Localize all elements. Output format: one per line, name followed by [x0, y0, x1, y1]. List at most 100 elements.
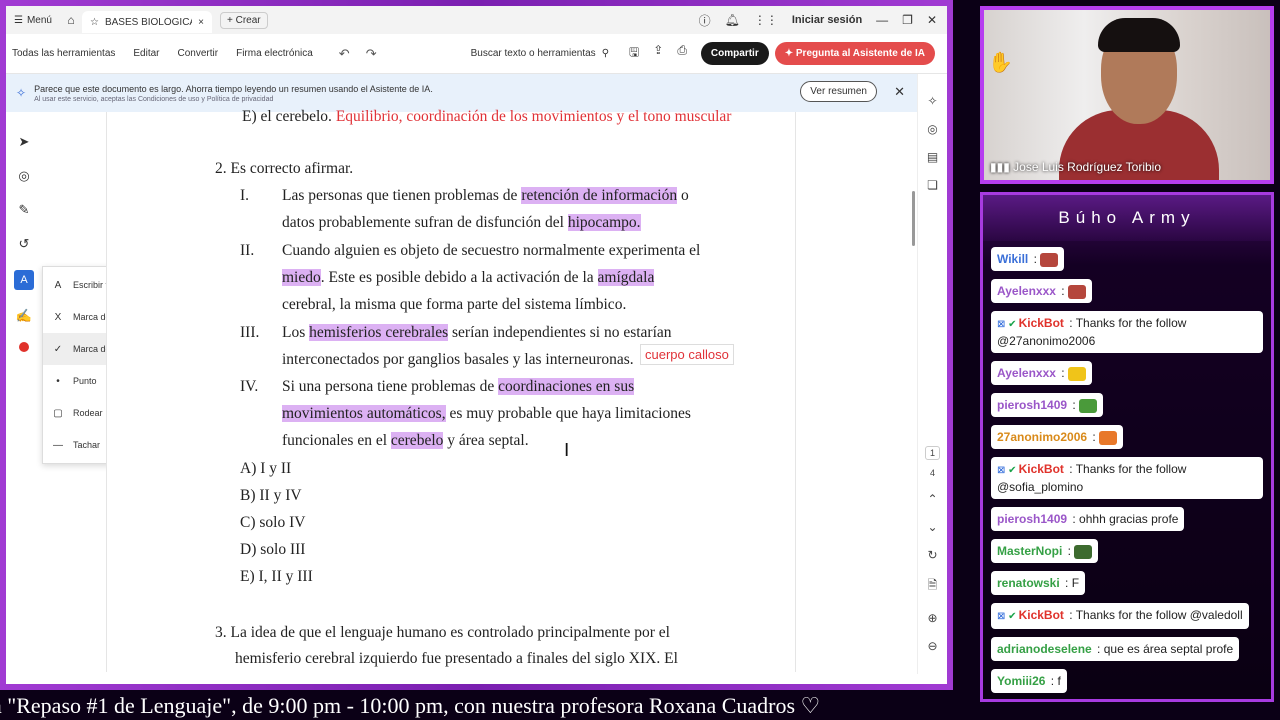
- pages-icon[interactable]: ❏: [927, 178, 938, 192]
- refresh-icon[interactable]: ↻: [927, 548, 937, 562]
- maximize-icon[interactable]: ❐: [902, 13, 913, 27]
- text-run: E) el cerebelo.: [242, 108, 332, 125]
- chat-message-row: ⊠ ✔ KickBot : Thanks for the follow @val…: [991, 603, 1265, 637]
- chat-username[interactable]: MasterNopi: [997, 544, 1062, 558]
- sign-icon[interactable]: ✍: [16, 308, 32, 324]
- highlight[interactable]: amígdala: [597, 269, 655, 286]
- screen-share-frame: ☰ Menú ⌂ ☆ BASES BIOLÓGICAS... × + Crear…: [0, 0, 953, 690]
- pen-icon[interactable]: ✎: [19, 202, 30, 218]
- highlight[interactable]: movimientos automáticos,: [282, 405, 446, 422]
- chat-username[interactable]: Yomiii26: [997, 674, 1045, 688]
- ai-summary-banner: ✧ Parece que este documento es largo. Ah…: [6, 74, 917, 112]
- document-scrollbar[interactable]: [912, 191, 915, 246]
- chat-message-row: Ayelenxxx :: [991, 279, 1265, 311]
- view-summary-button[interactable]: Ver resumen: [800, 81, 877, 102]
- document-tab[interactable]: ☆ BASES BIOLÓGICAS... ×: [81, 11, 212, 33]
- chat-text: :: [1089, 430, 1100, 444]
- chat-username[interactable]: KickBot: [1019, 462, 1064, 476]
- chat-text: :: [1030, 252, 1041, 266]
- comment-icon[interactable]: ◎: [18, 168, 29, 184]
- text-annotation[interactable]: cuerpo calloso: [640, 344, 734, 365]
- zoom-out-icon[interactable]: ⊖: [927, 639, 937, 653]
- highlight[interactable]: retención de información: [521, 187, 678, 204]
- text-run: serían independientes si no estarían: [452, 324, 672, 341]
- chat-username[interactable]: adrianodeselene: [997, 642, 1092, 656]
- emote-icon: [1040, 252, 1059, 267]
- text-run: . Este es posible debido a la activación…: [320, 269, 594, 286]
- select-pointer-icon[interactable]: ➤: [19, 134, 30, 150]
- apps-grid-icon[interactable]: ⋮⋮: [754, 13, 778, 27]
- close-banner-icon[interactable]: ✕: [894, 84, 905, 100]
- tab-title: BASES BIOLÓGICAS...: [104, 16, 192, 28]
- home-icon[interactable]: ⌂: [60, 13, 82, 27]
- chevron-down-icon[interactable]: ⌄: [927, 520, 937, 534]
- chat-username[interactable]: pierosh1409: [997, 512, 1067, 526]
- text-run: o: [680, 187, 689, 204]
- ai-chat-icon[interactable]: ✧: [927, 94, 937, 108]
- chat-username[interactable]: pierosh1409: [997, 398, 1067, 412]
- menu-button[interactable]: ☰ Menú: [6, 15, 60, 26]
- chat-username[interactable]: Ayelenxxx: [997, 284, 1056, 298]
- highlight[interactable]: hipocampo.: [567, 214, 641, 231]
- cross-icon: X: [54, 311, 62, 323]
- chat-username[interactable]: 27anonimo2006: [997, 430, 1087, 444]
- text-run: Las personas que tienen problemas de: [282, 187, 518, 204]
- bell-icon[interactable]: 🔔︎: [725, 13, 740, 27]
- zoom-in-icon[interactable]: ⊕: [927, 611, 937, 625]
- item-iii-line2: interconectados por ganglios basales y l…: [282, 351, 634, 368]
- bookmark-icon[interactable]: ▤: [927, 150, 938, 164]
- undo-icon[interactable]: ↶: [339, 46, 350, 62]
- chat-message-row: Yomiii26 : f: [991, 669, 1265, 701]
- redo-icon[interactable]: ↷: [366, 46, 377, 62]
- close-tab-icon[interactable]: ×: [198, 17, 204, 28]
- item-i-line2: datos probablemente sufran de disfunción…: [282, 214, 641, 232]
- highlight[interactable]: hemisferios cerebrales: [309, 324, 449, 341]
- chat-message: 27anonimo2006 :: [991, 425, 1124, 449]
- close-window-icon[interactable]: ✕: [927, 13, 937, 27]
- page-icon[interactable]: 🗎︎: [928, 576, 938, 597]
- signin-button[interactable]: Iniciar sesión: [792, 14, 862, 26]
- new-tab-button[interactable]: + Crear: [219, 11, 268, 29]
- minimize-icon[interactable]: —: [876, 13, 888, 27]
- chat-username[interactable]: Ayelenxxx: [997, 366, 1056, 380]
- menu-esign[interactable]: Firma electrónica: [236, 48, 313, 59]
- person-hair: [1098, 18, 1180, 52]
- chevron-up-icon[interactable]: ⌃: [927, 492, 937, 506]
- upload-icon[interactable]: ⇪: [653, 43, 663, 64]
- lasso-icon[interactable]: ↺: [19, 236, 30, 252]
- current-page[interactable]: 1: [924, 446, 940, 460]
- chat-username[interactable]: KickBot: [1019, 608, 1064, 622]
- share-button[interactable]: Compartir: [700, 42, 769, 65]
- banner-fineprint: Al usar este servicio, aceptas las Condi…: [34, 95, 274, 103]
- chat-message: adrianodeselene : que es área septal pro…: [991, 637, 1240, 661]
- highlight[interactable]: miedo: [282, 269, 321, 286]
- webcam-panel: ✋ ▮▮▮ Jose Luis Rodríguez Toribio: [980, 6, 1274, 184]
- ai-assistant-button[interactable]: ✦ Pregunta al Asistente de IA: [774, 42, 935, 65]
- check-icon: ✓: [53, 343, 63, 355]
- red-annotation: Equilibrio, coordinación de los movimien…: [335, 108, 732, 125]
- new-tab-label: Crear: [235, 14, 261, 26]
- total-pages: 4: [929, 468, 935, 478]
- bot-badge-icon: ⊠ ✔: [997, 611, 1017, 622]
- highlight[interactable]: coordinaciones en sus: [498, 378, 635, 395]
- save-icon[interactable]: 🖫︎: [629, 43, 639, 64]
- item-iv-line2: movimientos automáticos, es muy probable…: [282, 405, 691, 423]
- highlight[interactable]: cerebelo: [390, 432, 444, 449]
- menu-convert[interactable]: Convertir: [178, 48, 219, 59]
- chat-username[interactable]: Wikill: [997, 252, 1028, 266]
- chat-text: : f: [1047, 674, 1061, 688]
- help-icon[interactable]: ⓘ: [699, 12, 711, 29]
- chat-username[interactable]: renatowski: [997, 576, 1060, 590]
- chat-message: Wikill :: [991, 247, 1065, 271]
- text-tool-icon[interactable]: A: [14, 270, 34, 290]
- chat-text: :: [1069, 398, 1080, 412]
- comment-panel-icon[interactable]: ◎: [927, 122, 937, 136]
- item-number: IV.: [240, 378, 259, 395]
- menu-edit[interactable]: Editar: [133, 48, 159, 59]
- banner-message: Parece que este documento es largo. Ahor…: [34, 83, 433, 94]
- menu-all-tools[interactable]: Todas las herramientas: [12, 48, 115, 59]
- search-tools[interactable]: Buscar texto o herramientas ⚲: [471, 48, 609, 59]
- chat-username[interactable]: KickBot: [1019, 316, 1064, 330]
- print-icon[interactable]: ⎙: [677, 43, 687, 64]
- color-swatch[interactable]: [19, 342, 29, 352]
